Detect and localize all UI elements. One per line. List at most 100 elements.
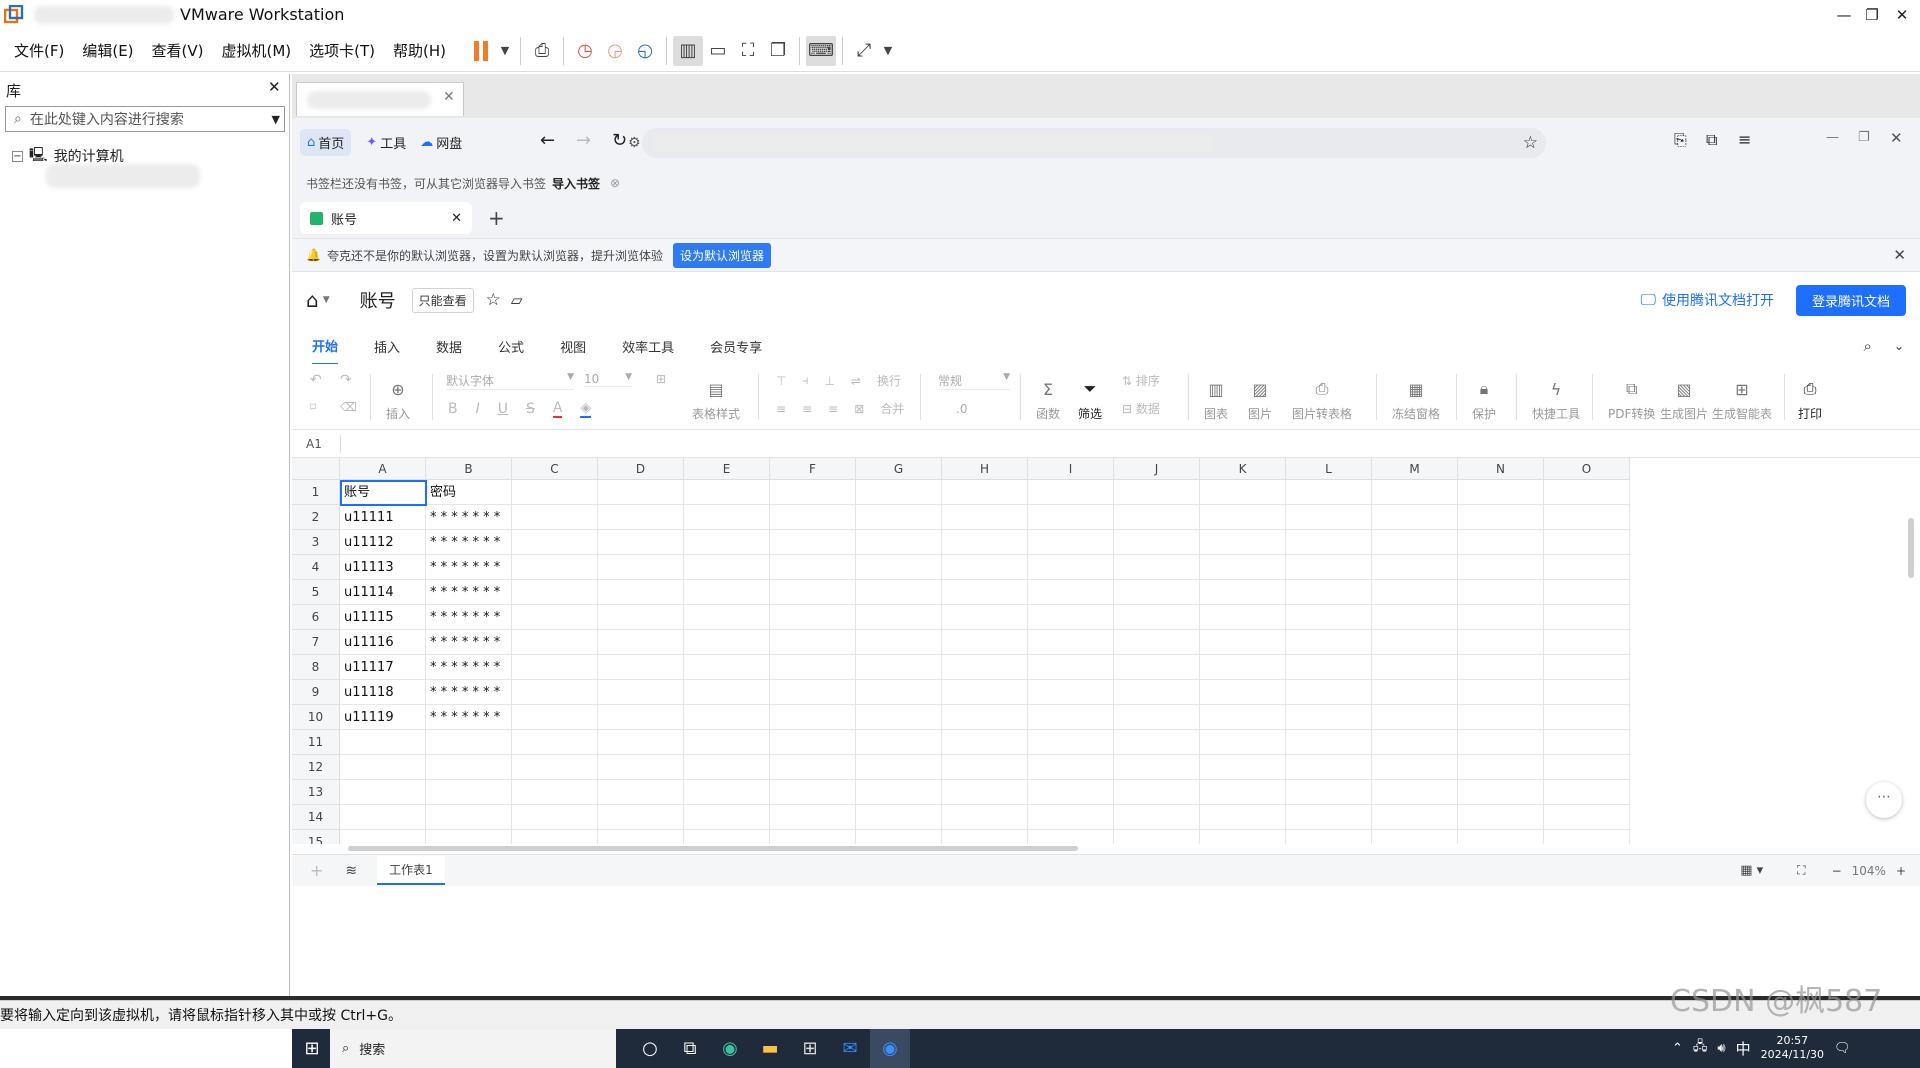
- cell[interactable]: * * * * * * *: [426, 580, 512, 605]
- minimize-button[interactable]: —: [1826, 130, 1839, 145]
- column-header[interactable]: G: [856, 458, 942, 480]
- cell[interactable]: [684, 580, 770, 605]
- fill-color-icon[interactable]: ◈: [580, 400, 592, 418]
- tab-formula[interactable]: 公式: [498, 329, 524, 364]
- windows-start-icon[interactable]: ⊞: [292, 1028, 332, 1068]
- cell[interactable]: [1114, 530, 1200, 555]
- row-header[interactable]: 2: [292, 505, 340, 530]
- cell[interactable]: [942, 755, 1028, 780]
- cell[interactable]: 账号: [340, 480, 426, 505]
- close-icon[interactable]: ⊗: [610, 176, 620, 190]
- spreadsheet-grid[interactable]: A B C D E F G H I J K L M N O 1 账号 密码 2 u11111 * * * * * * *…: [292, 458, 1920, 844]
- cell[interactable]: [598, 480, 684, 505]
- strike-icon[interactable]: S: [526, 401, 535, 417]
- column-header[interactable]: D: [598, 458, 684, 480]
- taskbar-search[interactable]: ⌕ 搜索: [330, 1028, 616, 1068]
- cell[interactable]: [856, 480, 942, 505]
- tools-button[interactable]: ✦ 工具: [359, 129, 413, 156]
- column-header[interactable]: L: [1286, 458, 1372, 480]
- undo-icon[interactable]: ↶: [310, 372, 322, 388]
- cell[interactable]: [512, 780, 598, 805]
- tab-view[interactable]: 视图: [560, 329, 586, 364]
- gen-image-group[interactable]: ▧ 生成图片: [1660, 364, 1708, 430]
- cell[interactable]: [1114, 680, 1200, 705]
- cell[interactable]: [1544, 555, 1630, 580]
- cell[interactable]: * * * * * * *: [426, 655, 512, 680]
- cell[interactable]: [598, 680, 684, 705]
- cell[interactable]: [1200, 480, 1286, 505]
- cell[interactable]: [1028, 480, 1114, 505]
- cell[interactable]: [1458, 655, 1544, 680]
- img2table-group[interactable]: ⎙ 图片转表格: [1292, 364, 1352, 430]
- cell[interactable]: [684, 680, 770, 705]
- cell[interactable]: [598, 755, 684, 780]
- cell[interactable]: [1372, 530, 1458, 555]
- cell[interactable]: [1200, 730, 1286, 755]
- cell[interactable]: [856, 680, 942, 705]
- address-bar[interactable]: ⚙ ☆: [628, 128, 1546, 158]
- column-header[interactable]: E: [684, 458, 770, 480]
- cell[interactable]: [1458, 780, 1544, 805]
- cell[interactable]: [1114, 805, 1200, 830]
- cell[interactable]: [684, 730, 770, 755]
- cell[interactable]: [598, 830, 684, 844]
- forward-icon[interactable]: →: [576, 130, 591, 151]
- align-left-icon[interactable]: ≡: [776, 402, 786, 416]
- cell[interactable]: u11117: [340, 655, 426, 680]
- insert-group[interactable]: ⊕ 插入: [386, 364, 410, 430]
- cloud-button[interactable]: ☁ 网盘: [413, 129, 469, 156]
- menu-view[interactable]: 查看(V): [152, 40, 204, 61]
- cell[interactable]: [684, 505, 770, 530]
- cell[interactable]: [1544, 830, 1630, 844]
- home-button[interactable]: ⌂ 首页: [300, 128, 352, 156]
- cell[interactable]: [770, 780, 856, 805]
- format-painter-icon[interactable]: ⌑: [310, 400, 316, 414]
- tab-start[interactable]: 开始: [312, 328, 339, 365]
- chevron-down-icon[interactable]: ▼: [272, 113, 280, 126]
- underline-icon[interactable]: U: [498, 401, 508, 417]
- cell[interactable]: [1028, 805, 1114, 830]
- menu-tabs[interactable]: 选项卡(T): [309, 40, 375, 61]
- cell[interactable]: [856, 530, 942, 555]
- row-header[interactable]: 7: [292, 630, 340, 655]
- column-header[interactable]: A: [340, 458, 426, 480]
- cell[interactable]: [1372, 680, 1458, 705]
- restore-button[interactable]: ❐: [1858, 130, 1870, 145]
- eraser-icon[interactable]: ⌫: [340, 400, 357, 414]
- search-input[interactable]: 在此处键入内容进行搜索: [30, 109, 184, 129]
- cell[interactable]: [1458, 730, 1544, 755]
- cell[interactable]: [1544, 655, 1630, 680]
- menu-file[interactable]: 文件(F): [14, 40, 64, 61]
- cell[interactable]: [512, 655, 598, 680]
- cell[interactable]: [1286, 755, 1372, 780]
- row-header[interactable]: 12: [292, 755, 340, 780]
- cell[interactable]: [1372, 480, 1458, 505]
- cell[interactable]: [1286, 580, 1372, 605]
- cell[interactable]: [1372, 780, 1458, 805]
- cell[interactable]: [1028, 830, 1114, 844]
- cell[interactable]: [1028, 655, 1114, 680]
- star-icon[interactable]: ☆: [1523, 133, 1538, 153]
- zoom-out-icon[interactable]: −: [1832, 864, 1842, 878]
- cell[interactable]: [856, 655, 942, 680]
- cell[interactable]: [1200, 580, 1286, 605]
- cell[interactable]: u11112: [340, 530, 426, 555]
- cell[interactable]: [684, 830, 770, 844]
- cell[interactable]: u11118: [340, 680, 426, 705]
- menu-edit[interactable]: 编辑(E): [82, 40, 133, 61]
- column-header[interactable]: J: [1114, 458, 1200, 480]
- cell[interactable]: [1200, 655, 1286, 680]
- cell[interactable]: [1286, 830, 1372, 844]
- cell[interactable]: [942, 655, 1028, 680]
- gen-smart-group[interactable]: ⊞ 生成智能表: [1712, 364, 1772, 430]
- cell[interactable]: [1028, 780, 1114, 805]
- cell[interactable]: [512, 555, 598, 580]
- row-header[interactable]: 8: [292, 655, 340, 680]
- cell[interactable]: [1286, 555, 1372, 580]
- align-bottom-icon[interactable]: ⊥: [824, 374, 834, 388]
- unity-icon[interactable]: ❐: [763, 36, 793, 66]
- font-color-icon[interactable]: A: [552, 400, 563, 418]
- snapshot-manager-icon[interactable]: ◵: [630, 36, 660, 66]
- doc-title[interactable]: 账号: [360, 287, 396, 313]
- cell[interactable]: [1114, 755, 1200, 780]
